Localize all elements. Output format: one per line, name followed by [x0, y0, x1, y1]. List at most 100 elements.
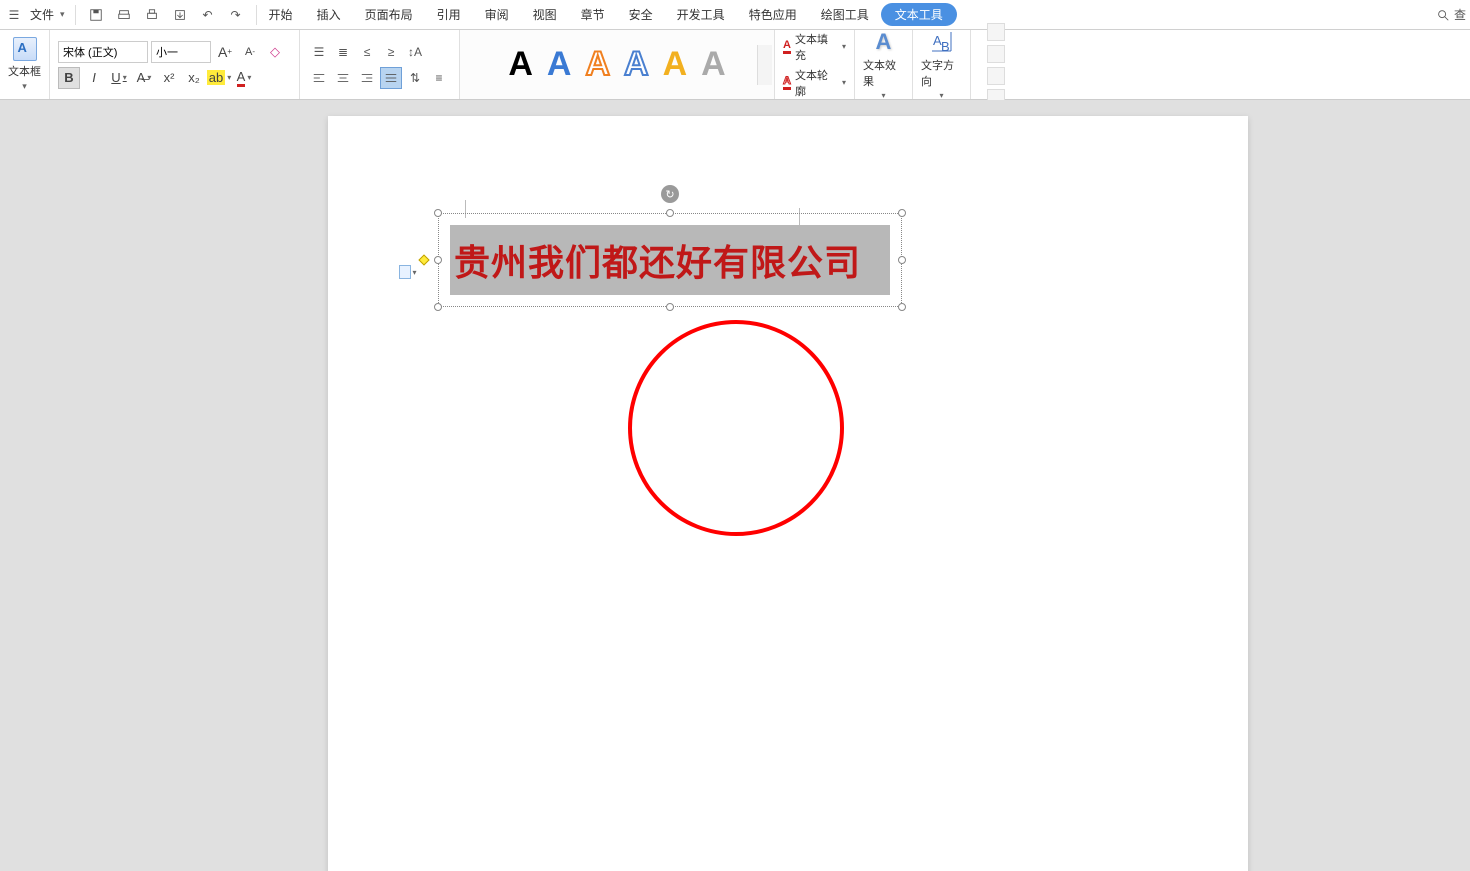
handle-bottom-middle[interactable] — [666, 303, 674, 311]
file-menu[interactable]: 文件 — [30, 6, 54, 23]
bold-button[interactable]: B — [58, 67, 80, 89]
text-fill-label: 文本填充 — [795, 31, 838, 63]
wordart-style-2[interactable]: A — [547, 45, 572, 84]
distribute-icon[interactable]: ≡ — [428, 67, 450, 89]
font-group: A+ A- ◇ B I U A̶ x² x₂ ab A — [50, 30, 300, 99]
textbox-content-area[interactable]: 贵州我们都还好有限公司 — [450, 225, 890, 295]
font-color-button[interactable]: A — [233, 67, 255, 89]
text-direction-label: 文字方向 — [921, 57, 962, 89]
misc-button-3[interactable] — [987, 67, 1005, 85]
tab-view[interactable]: 视图 — [521, 1, 569, 28]
superscript-button[interactable]: x² — [158, 67, 180, 89]
text-fill-icon: A — [783, 39, 791, 54]
misc-button-1[interactable] — [987, 23, 1005, 41]
text-direction-group[interactable]: AB 文字方向 ▾ — [913, 30, 971, 99]
align-justify-icon[interactable] — [380, 67, 402, 89]
handle-middle-right[interactable] — [898, 256, 906, 264]
decrease-indent-icon[interactable]: ≤ — [356, 41, 378, 63]
menu-icon[interactable]: ☰ — [4, 5, 24, 25]
tab-review[interactable]: 审阅 — [473, 1, 521, 28]
document-canvas[interactable]: ▾ 贵州我们都还好有限公司 — [0, 100, 1470, 871]
align-center-icon[interactable] — [332, 67, 354, 89]
font-name-combo[interactable] — [58, 41, 148, 63]
wordart-style-4[interactable]: A — [624, 45, 649, 84]
tab-reference[interactable]: 引用 — [425, 1, 473, 28]
wordart-style-6[interactable]: A — [701, 45, 726, 84]
text-fill-button[interactable]: A 文本填充 ▾ — [783, 31, 846, 63]
handle-top-middle[interactable] — [666, 209, 674, 217]
textbox-dropdown-icon[interactable]: ▾ — [22, 81, 27, 92]
misc-buttons-group — [971, 30, 1021, 99]
textbox-button-label: 文本框 — [8, 63, 41, 79]
export-icon[interactable] — [170, 5, 190, 25]
undo-icon[interactable]: ↶ — [198, 5, 218, 25]
handle-bottom-left[interactable] — [434, 303, 442, 311]
bullets-icon[interactable]: ☰ — [308, 41, 330, 63]
underline-button[interactable]: U — [108, 67, 130, 89]
increase-indent-icon[interactable]: ≥ — [380, 41, 402, 63]
file-dropdown-icon[interactable]: ▾ — [60, 9, 65, 20]
handle-top-left[interactable] — [434, 209, 442, 217]
handle-bottom-right[interactable] — [898, 303, 906, 311]
handle-top-right[interactable] — [898, 209, 906, 217]
numbering-icon[interactable]: ≣ — [332, 41, 354, 63]
svg-text:B: B — [941, 39, 950, 54]
textbox-button-icon[interactable] — [13, 37, 37, 61]
text-effects-label: 文本效果 — [863, 57, 904, 89]
print-icon[interactable] — [142, 5, 162, 25]
text-outline-button[interactable]: A 文本轮廓 ▾ — [783, 67, 846, 99]
tab-featured[interactable]: 特色应用 — [737, 1, 809, 28]
print-preview-icon[interactable] — [114, 5, 134, 25]
tab-texttools[interactable]: 文本工具 — [881, 3, 957, 26]
wordart-style-3[interactable]: A — [585, 45, 610, 84]
strikethrough-button[interactable]: A̶ — [133, 67, 155, 89]
paragraph-group: ☰ ≣ ≤ ≥ ↕A ⇅ ≡ — [300, 30, 460, 99]
tab-insert[interactable]: 插入 — [305, 1, 353, 28]
subscript-button[interactable]: x₂ — [183, 67, 205, 89]
quick-access: ↶ ↷ — [76, 5, 257, 25]
increase-font-icon[interactable]: A+ — [214, 41, 236, 63]
text-fill-outline-group: A 文本填充 ▾ A 文本轮廓 ▾ — [775, 30, 855, 99]
textbox-group: 文本框 ▾ — [0, 30, 50, 99]
tab-chapter[interactable]: 章节 — [569, 1, 617, 28]
layout-options-icon[interactable]: ▾ — [398, 262, 418, 282]
line-spacing-icon[interactable]: ⇅ — [404, 67, 426, 89]
tab-devtools[interactable]: 开发工具 — [665, 1, 737, 28]
sort-icon[interactable]: ↕A — [404, 41, 426, 63]
misc-button-2[interactable] — [987, 45, 1005, 63]
text-direction-dropdown-icon: ▾ — [939, 91, 943, 100]
italic-button[interactable]: I — [83, 67, 105, 89]
ribbon-toolbar: 文本框 ▾ A+ A- ◇ B I U A̶ x² x₂ ab A ☰ ≣ ≤ … — [0, 30, 1470, 100]
align-left-icon[interactable] — [308, 67, 330, 89]
text-effects-group[interactable]: A 文本效果 ▾ — [855, 30, 913, 99]
search-area[interactable]: 查 — [1436, 6, 1466, 23]
highlight-button[interactable]: ab — [208, 67, 230, 89]
search-icon — [1436, 8, 1450, 22]
tab-start[interactable]: 开始 — [257, 1, 305, 28]
wordart-style-1[interactable]: A — [508, 45, 533, 84]
file-menu-group: ☰ 文件 ▾ — [4, 5, 76, 25]
font-size-combo[interactable] — [151, 41, 211, 63]
ribbon-tabs: 开始 插入 页面布局 引用 审阅 视图 章节 安全 开发工具 特色应用 绘图工具… — [257, 1, 1436, 28]
text-effects-icon: A — [869, 29, 899, 55]
wordart-style-5[interactable]: A — [663, 45, 688, 84]
handle-middle-left[interactable] — [434, 256, 442, 264]
selected-textbox[interactable]: 贵州我们都还好有限公司 — [438, 213, 902, 307]
top-menubar: ☰ 文件 ▾ ↶ ↷ 开始 插入 页面布局 引用 审阅 视图 章节 安全 开发工… — [0, 0, 1470, 30]
tab-pagelayout[interactable]: 页面布局 — [353, 1, 425, 28]
text-effects-dropdown-icon: ▾ — [881, 91, 885, 100]
clear-format-icon[interactable]: ◇ — [264, 41, 286, 63]
align-right-icon[interactable] — [356, 67, 378, 89]
red-circle-shape[interactable] — [628, 320, 844, 536]
rotate-handle[interactable] — [661, 185, 679, 203]
textbox-text[interactable]: 贵州我们都还好有限公司 — [454, 234, 861, 286]
tab-drawingtools[interactable]: 绘图工具 — [809, 1, 881, 28]
text-outline-label: 文本轮廓 — [795, 67, 838, 99]
save-icon[interactable] — [86, 5, 106, 25]
decrease-font-icon[interactable]: A- — [239, 41, 261, 63]
search-label: 查 — [1454, 6, 1466, 23]
redo-icon[interactable]: ↷ — [226, 5, 246, 25]
wordart-styles-group: A A A A A A — [460, 30, 775, 99]
tab-security[interactable]: 安全 — [617, 1, 665, 28]
text-outline-icon: A — [783, 75, 791, 90]
